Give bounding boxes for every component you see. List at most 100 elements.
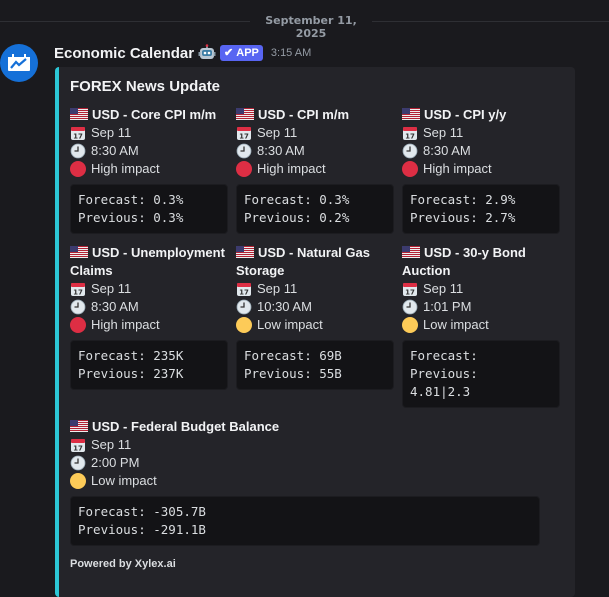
svg-text:17: 17 — [73, 133, 83, 141]
event-impact-text: High impact — [91, 317, 160, 332]
app-badge-label: APP — [236, 47, 259, 59]
event-field: USD - 30-y Bond Auction 17 Sep 11 1:01 PM Lo… — [402, 244, 560, 408]
event-forecast-codeblock: Forecast: 235K Previous: 237K — [70, 340, 228, 390]
event-time-text: 8:30 AM — [423, 143, 471, 158]
event-time: 8:30 AM — [402, 142, 560, 160]
us-flag-icon — [402, 246, 420, 258]
event-field: USD - Natural Gas Storage 17 Sep 11 10:30 A… — [236, 244, 394, 390]
event-impact-text: Low impact — [257, 317, 323, 332]
robot-emoji-icon — [198, 44, 216, 62]
event-field: USD - CPI y/y 17 Sep 11 8:30 AM High impact F… — [402, 106, 560, 234]
event-date-text: Sep 11 — [91, 437, 132, 452]
event-date: 17 Sep 11 — [70, 124, 228, 142]
svg-text:17: 17 — [73, 289, 83, 297]
us-flag-icon — [402, 108, 420, 120]
event-date-text: Sep 11 — [257, 281, 298, 296]
yellow-circle-icon — [70, 473, 86, 489]
red-circle-icon — [402, 161, 418, 177]
event-impact-text: High impact — [257, 161, 326, 176]
event-impact-text: Low impact — [91, 473, 157, 488]
event-date: 17 Sep 11 — [402, 280, 560, 298]
event-field: USD - Federal Budget Balance 17 Sep 11 2:00… — [70, 418, 540, 546]
event-time-text: 1:01 PM — [423, 299, 472, 314]
event-time-text: 10:30 AM — [257, 299, 312, 314]
event-name: USD - CPI m/m — [236, 106, 394, 124]
event-date-text: Sep 11 — [423, 281, 464, 296]
event-time-text: 8:30 AM — [257, 143, 305, 158]
event-impact: Low impact — [70, 472, 540, 490]
divider-line-left — [0, 21, 250, 22]
username[interactable]: Economic Calendar — [54, 45, 194, 62]
embed-title: FOREX News Update — [70, 78, 221, 95]
event-name: USD - Natural Gas Storage — [236, 244, 394, 280]
event-name-text: USD - 30-y Bond Auction — [402, 245, 526, 278]
us-flag-icon — [70, 246, 88, 258]
event-date-text: Sep 11 — [91, 125, 132, 140]
event-time: 8:30 AM — [70, 298, 228, 316]
bot-avatar[interactable] — [0, 44, 38, 82]
us-flag-icon — [236, 108, 254, 120]
event-date-text: Sep 11 — [257, 125, 298, 140]
message-header: Economic Calendar ✔ APP 3:15 AM — [54, 43, 311, 63]
svg-text:17: 17 — [239, 289, 249, 297]
event-name: USD - Federal Budget Balance — [70, 418, 540, 436]
event-name: USD - CPI y/y — [402, 106, 560, 124]
event-impact: High impact — [236, 160, 394, 178]
event-forecast-codeblock: Forecast: 0.3% Previous: 0.2% — [236, 184, 394, 234]
event-date-text: Sep 11 — [423, 125, 464, 140]
event-time: 10:30 AM — [236, 298, 394, 316]
event-forecast-codeblock: Forecast: Previous: 4.81|2.3 — [402, 340, 560, 408]
event-name-text: USD - Federal Budget Balance — [92, 419, 280, 434]
calendar-icon: 17 — [237, 127, 251, 141]
us-flag-icon — [70, 108, 88, 120]
event-forecast-codeblock: Forecast: 0.3% Previous: 0.3% — [70, 184, 228, 234]
event-forecast-codeblock: Forecast: 69B Previous: 55B — [236, 340, 394, 390]
svg-text:17: 17 — [405, 133, 415, 141]
event-impact: High impact — [70, 160, 228, 178]
event-date: 17 Sep 11 — [402, 124, 560, 142]
event-name-text: USD - Natural Gas Storage — [236, 245, 370, 278]
svg-text:17: 17 — [73, 445, 83, 453]
event-date: 17 Sep 11 — [236, 124, 394, 142]
clock-icon — [402, 143, 418, 159]
event-name: USD - Unemployment Claims — [70, 244, 228, 280]
clock-icon — [236, 143, 252, 159]
calendar-icon: 17 — [71, 127, 85, 141]
yellow-circle-icon — [402, 317, 418, 333]
red-circle-icon — [70, 317, 86, 333]
event-date-text: Sep 11 — [91, 281, 132, 296]
calendar-icon: 17 — [403, 283, 417, 297]
calendar-icon: 17 — [71, 439, 85, 453]
event-impact: Low impact — [402, 316, 560, 334]
event-time-text: 8:30 AM — [91, 143, 139, 158]
event-date: 17 Sep 11 — [236, 280, 394, 298]
us-flag-icon — [70, 420, 88, 432]
event-impact: High impact — [402, 160, 560, 178]
calendar-icon: 17 — [237, 283, 251, 297]
clock-icon — [70, 455, 86, 471]
event-field: USD - Core CPI m/m 17 Sep 11 8:30 AM High im… — [70, 106, 228, 234]
yellow-circle-icon — [236, 317, 252, 333]
event-name-text: USD - Core CPI m/m — [92, 107, 217, 122]
date-divider: September 11, 2025 — [0, 12, 609, 40]
event-time-text: 8:30 AM — [91, 299, 139, 314]
clock-icon — [70, 299, 86, 315]
svg-text:17: 17 — [239, 133, 249, 141]
date-divider-label: September 11, 2025 — [265, 14, 357, 40]
us-flag-icon — [236, 246, 254, 258]
message-timestamp: 3:15 AM — [270, 47, 312, 59]
event-name-text: USD - Unemployment Claims — [70, 245, 225, 278]
event-impact-text: Low impact — [423, 317, 489, 332]
app-badge: ✔ APP — [220, 45, 263, 61]
embed-card: FOREX News Update USD - Core CPI m/m 17 Se… — [55, 67, 575, 597]
event-impact-text: High impact — [91, 161, 160, 176]
event-time: 8:30 AM — [236, 142, 394, 160]
event-impact-text: High impact — [423, 161, 492, 176]
event-name-text: USD - CPI m/m — [258, 107, 350, 122]
event-time: 1:01 PM — [402, 298, 560, 316]
verified-check-icon: ✔ — [224, 47, 234, 59]
event-time-text: 2:00 PM — [91, 455, 140, 470]
event-time: 8:30 AM — [70, 142, 228, 160]
embed-footer: Powered by Xylex.ai — [70, 558, 176, 570]
event-name-text: USD - CPI y/y — [424, 107, 507, 122]
